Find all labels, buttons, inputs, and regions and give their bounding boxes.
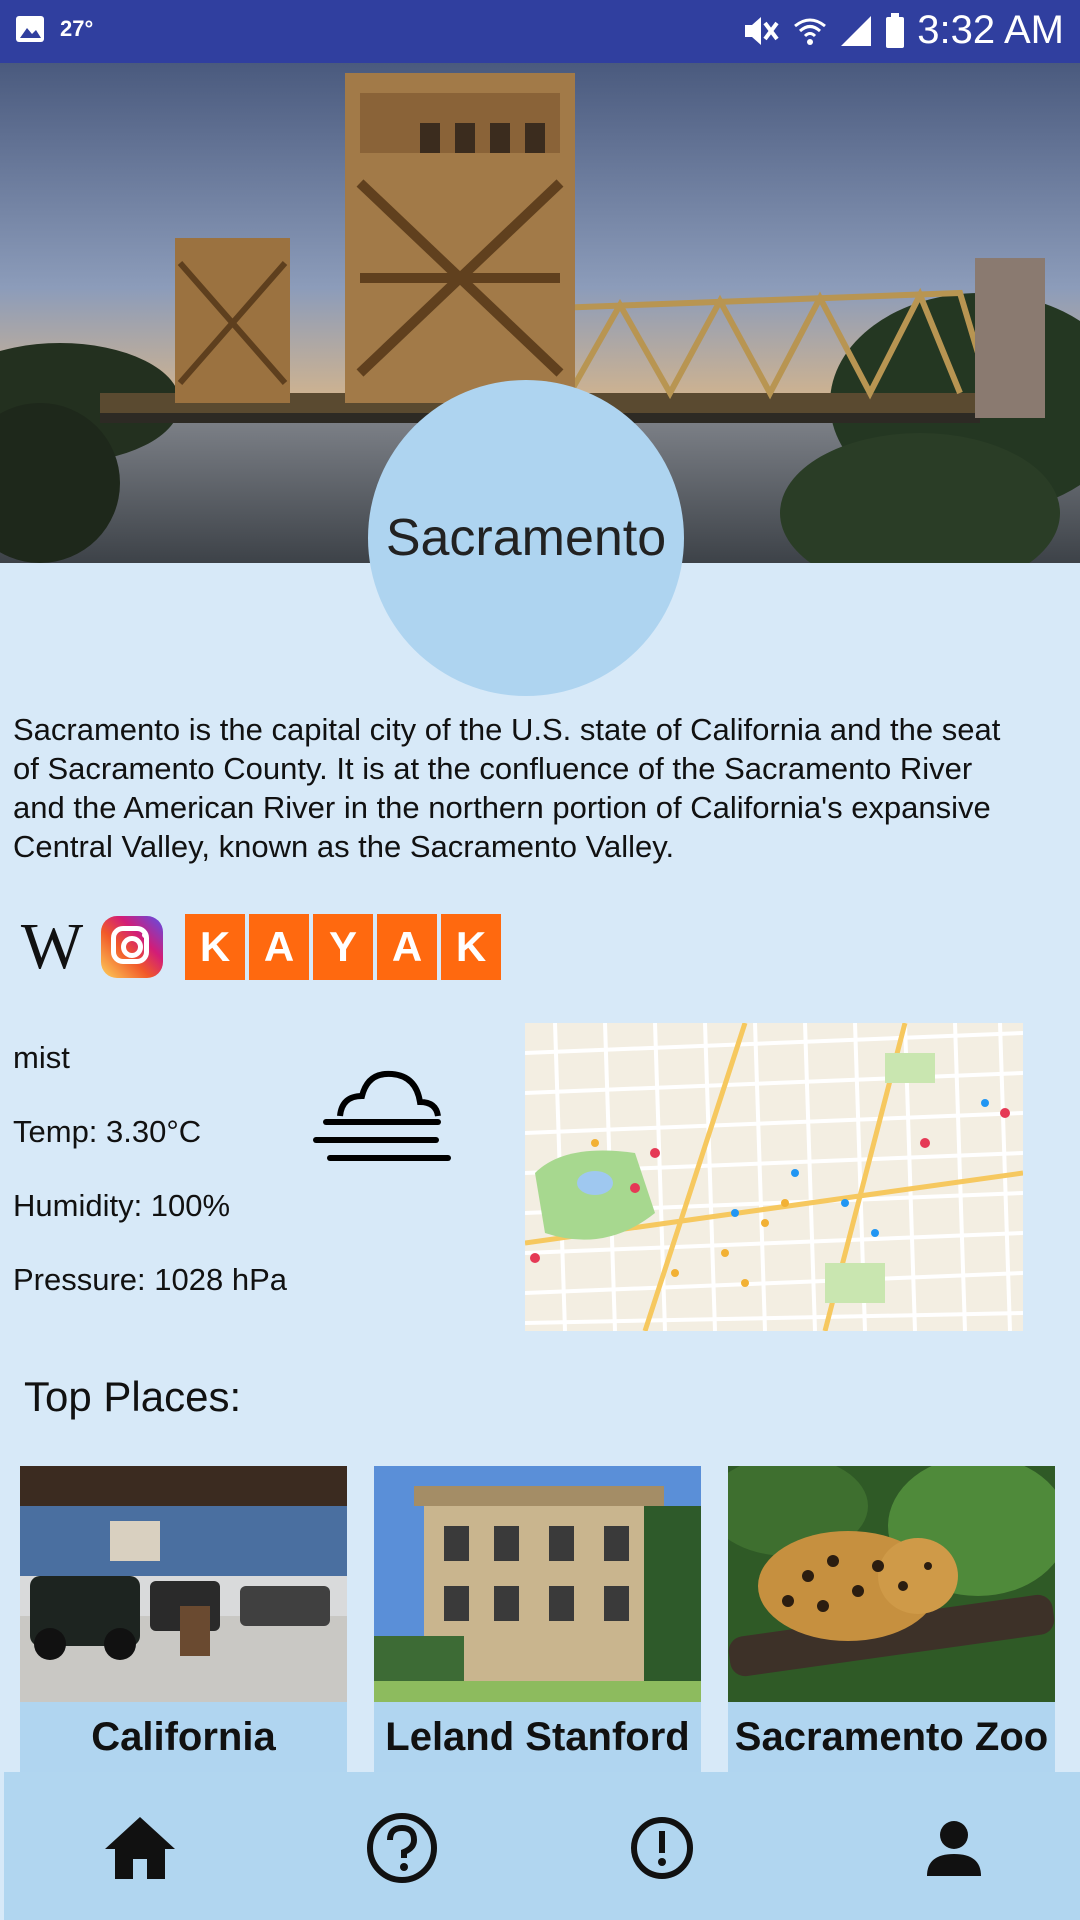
bottom-navigation <box>4 1772 1080 1920</box>
place-image <box>374 1466 701 1702</box>
mist-icon <box>313 1070 451 1161</box>
nav-profile[interactable] <box>914 1808 994 1888</box>
weather-condition: mist <box>13 1040 70 1075</box>
place-card[interactable]: California <box>20 1466 347 1772</box>
place-name: California <box>91 1714 276 1759</box>
wifi-icon <box>794 18 827 45</box>
status-time: 3:32 AM <box>917 8 1064 52</box>
signal-icon <box>841 15 872 46</box>
kayak-letter: A <box>249 914 309 980</box>
instagram-icon[interactable] <box>101 916 163 978</box>
kayak-letter: Y <box>313 914 373 980</box>
weather-humidity: Humidity: 100% <box>13 1188 231 1223</box>
weather-pressure: Pressure: 1028 hPa <box>13 1262 288 1297</box>
status-bar: 27° 3:32 AM <box>0 0 1080 63</box>
place-image <box>728 1466 1055 1702</box>
nav-alerts[interactable] <box>622 1808 702 1888</box>
help-icon <box>367 1813 437 1883</box>
mute-icon <box>745 16 779 45</box>
alert-icon <box>631 1817 693 1879</box>
person-icon <box>927 1821 981 1876</box>
place-image <box>20 1466 347 1702</box>
kayak-logo[interactable]: K A Y A K <box>185 914 501 980</box>
nav-home[interactable] <box>100 1808 180 1888</box>
wikipedia-letter: W <box>20 910 84 983</box>
weather-temp: Temp: 3.30°C <box>13 1114 202 1149</box>
city-description: Sacramento is the capital city of the U.… <box>13 712 1001 864</box>
kayak-letter: K <box>441 914 501 980</box>
place-name: Sacramento Zoo <box>734 1714 1049 1759</box>
kayak-letter: A <box>377 914 437 980</box>
place-card[interactable]: Sacramento Zoo <box>728 1466 1055 1772</box>
external-links: W K A Y A K <box>13 908 501 986</box>
nav-help[interactable] <box>362 1808 442 1888</box>
status-temperature: 27° <box>60 16 94 41</box>
city-name-badge: Sacramento <box>368 380 684 696</box>
image-icon <box>16 16 44 42</box>
home-icon <box>105 1817 175 1879</box>
weather-info: mist Temp: 3.30°C Humidity: 100% Pressur… <box>13 1040 287 1336</box>
city-name: Sacramento <box>385 509 667 567</box>
city-map[interactable] <box>525 1023 1023 1331</box>
place-card[interactable]: Leland Stanford <box>374 1466 701 1772</box>
place-name: Leland Stanford <box>385 1714 690 1759</box>
top-places-title: Top Places: <box>24 1373 242 1420</box>
battery-icon <box>886 12 905 48</box>
wikipedia-icon[interactable]: W <box>13 908 91 986</box>
kayak-letter: K <box>185 914 245 980</box>
